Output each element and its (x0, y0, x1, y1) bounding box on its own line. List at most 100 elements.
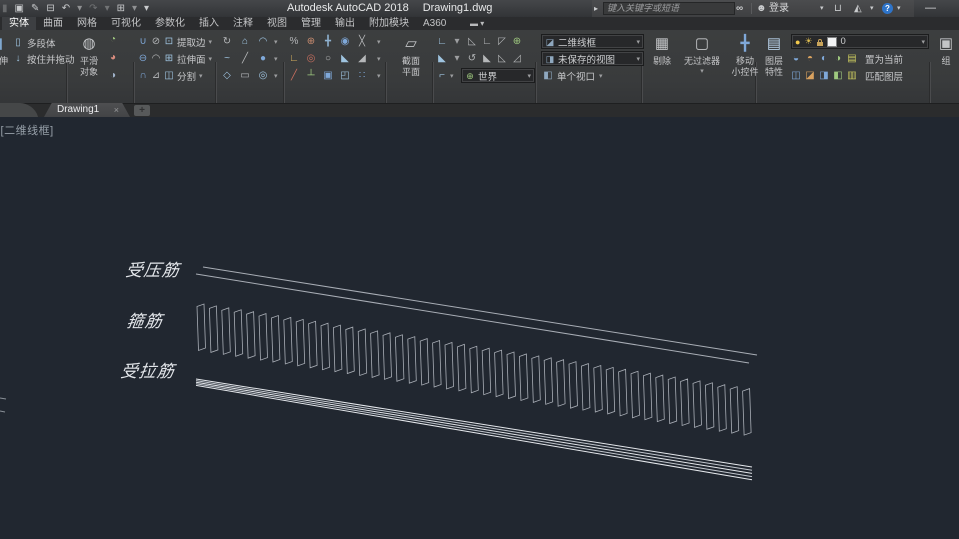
layer-tool-icon[interactable]: ▥ (847, 70, 857, 82)
make-current-button[interactable]: 置为当前 (865, 52, 903, 66)
ribbon-tab[interactable]: 实体 (2, 17, 36, 30)
viewport-config-button[interactable]: ◧ 单个视口 ▾ (543, 69, 603, 82)
sign-in-caret-icon[interactable]: ▾ (820, 0, 824, 17)
ucs-tool-icon[interactable]: ◿ (512, 53, 522, 65)
layer-sun-icon[interactable]: ☀ (804, 36, 812, 47)
modify-tool-icon[interactable]: ┴ (306, 70, 316, 82)
chevron-down-icon[interactable]: ▾ (199, 72, 203, 80)
close-icon[interactable]: × (114, 103, 119, 117)
chevron-down-icon[interactable]: ▾ (274, 38, 278, 46)
ucs-tool-icon[interactable]: ▾ (452, 53, 462, 65)
modify-tool-icon[interactable]: ◉ (340, 36, 350, 48)
qat-icon[interactable]: ⊟ (46, 1, 54, 16)
qat-icon[interactable]: ✎ (31, 1, 39, 16)
modify-tool-icon[interactable]: ╳ (357, 36, 367, 48)
search-input[interactable]: 键入关键字或短语 (603, 2, 735, 15)
solid-edit-icon[interactable]: ◫ (164, 70, 174, 82)
visual-style-dropdown[interactable]: ◪ 二维线框 ▾ (541, 34, 644, 49)
layer-properties-button[interactable]: ▤ 图层 特性 (759, 33, 789, 77)
ucs-tool-icon[interactable]: ↺ (467, 53, 477, 65)
solid-edit-icon[interactable]: ⊞ (164, 53, 174, 65)
qat-icon[interactable]: ▾ (144, 1, 149, 16)
ribbon-tab[interactable]: 曲面 (36, 17, 70, 30)
solid-edit-label[interactable]: 分割 (177, 69, 196, 83)
move-gizmo-button[interactable]: ╋ 移动 小控件 (727, 33, 763, 77)
chevron-down-icon[interactable]: ▾ (209, 38, 213, 46)
chevron-down-icon[interactable]: ▾ (450, 72, 454, 80)
boolean-icon[interactable]: ∩ (138, 70, 148, 82)
chevron-down-icon[interactable]: ▾ (377, 55, 381, 63)
a360-icon[interactable]: ◭ (854, 0, 862, 17)
ribbon-tab[interactable]: A360 (416, 17, 453, 30)
solid-tool-icon[interactable]: ⊿ (151, 70, 161, 82)
draw-tool-icon[interactable]: ● (258, 53, 268, 65)
sign-in-button[interactable]: 登录 (769, 0, 789, 17)
solid-tool-icon[interactable]: ⊘ (151, 36, 161, 48)
qat-icon[interactable]: ▾ (132, 1, 137, 16)
new-tab-button[interactable]: + (134, 105, 150, 116)
layer-tool-icon[interactable]: ▤ (847, 53, 857, 65)
mesh-tool-icon[interactable]: ◔ (108, 34, 118, 46)
draw-tool-icon[interactable]: ╱ (240, 53, 250, 65)
culling-button[interactable]: ▦ 剔除 (646, 33, 678, 66)
ribbon-tab[interactable]: 附加模块 (362, 17, 416, 30)
draw-tool-icon[interactable]: ◠ (258, 36, 268, 48)
layer-color-swatch[interactable] (827, 37, 837, 47)
cad-text-tension-bar[interactable]: 受拉筋 (119, 357, 177, 382)
layer-tool-icon[interactable]: ◫ (791, 70, 801, 82)
modify-tool-icon[interactable]: ╋ (323, 36, 333, 48)
ucs-view-icon[interactable]: ⌐ (437, 70, 447, 82)
ucs-tool-icon[interactable]: ∟ (437, 36, 447, 48)
qat-icon[interactable]: ⊞ (117, 1, 125, 16)
layer-lock-icon[interactable] (817, 42, 823, 46)
qat-icon[interactable]: ▾ (105, 1, 110, 16)
solid-edit-label[interactable]: 拉伸面 (177, 52, 206, 66)
ribbon-display-options-icon[interactable]: ▬ ▾ (464, 17, 484, 30)
modify-tool-icon[interactable]: ◣ (340, 53, 350, 65)
smooth-object-button[interactable]: ◍ 平滑 对象 (71, 33, 107, 77)
ribbon-tab[interactable]: 网格 (70, 17, 104, 30)
draw-tool-icon[interactable]: ◎ (258, 70, 268, 82)
ucs-tool-icon[interactable]: ⊕ (512, 36, 522, 48)
ribbon-tab[interactable]: 插入 (192, 17, 226, 30)
modify-tool-icon[interactable]: ▣ (323, 70, 333, 82)
modify-tool-icon[interactable]: ◎ (306, 53, 316, 65)
ribbon-tab[interactable]: 输出 (328, 17, 362, 30)
app-store-cart-icon[interactable]: ⊔ (834, 0, 842, 17)
mesh-tool-icon[interactable]: ◕ (108, 52, 118, 64)
draw-tool-icon[interactable]: ~ (222, 53, 232, 65)
ucs-tool-icon[interactable]: ◺ (497, 53, 507, 65)
layer-tool-icon[interactable]: ◨ (819, 70, 829, 82)
ucs-world-dropdown[interactable]: ⊕ 世界 ▾ (461, 68, 535, 83)
chevron-down-icon[interactable]: ▾ (274, 55, 278, 63)
modify-tool-icon[interactable]: ◰ (340, 70, 350, 82)
layer-tool-icon[interactable]: ◧ (833, 70, 843, 82)
ucs-tool-icon[interactable]: ◣ (482, 53, 492, 65)
modify-tool-icon[interactable]: ⊕ (306, 36, 316, 48)
qat-icon[interactable]: ↶ (62, 1, 70, 16)
minimize-button[interactable]: — (925, 2, 936, 14)
chevron-down-icon[interactable]: ▾ (209, 55, 213, 63)
search-binoculars-icon[interactable]: ∞ (736, 0, 743, 17)
collapse-arrow-icon[interactable]: ▸ (594, 0, 598, 17)
cad-text-compression-bar[interactable]: 受压筋 (124, 256, 182, 281)
a360-caret-icon[interactable]: ▾ (870, 0, 874, 17)
section-plane-button[interactable]: ▱ 截面 平面 (392, 33, 430, 77)
user-icon[interactable]: ☻ (756, 0, 767, 17)
layer-tool-icon[interactable]: ◒ (791, 53, 801, 65)
chevron-down-icon[interactable]: ▾ (274, 72, 278, 80)
mesh-tool-icon[interactable]: ◑ (108, 70, 118, 82)
ucs-tool-icon[interactable]: ◣ (437, 53, 447, 65)
modify-tool-icon[interactable]: % (289, 36, 299, 48)
draw-tool-icon[interactable]: ↻ (222, 36, 232, 48)
file-tab-drawing1[interactable]: Drawing1 × (44, 103, 130, 117)
ucs-tool-icon[interactable]: ◺ (467, 36, 477, 48)
named-view-dropdown[interactable]: ◨ 未保存的视图 ▾ (541, 51, 644, 66)
layer-tool-icon[interactable]: ◐ (819, 53, 829, 65)
qat-icon[interactable]: ↷ (89, 1, 97, 16)
layer-bulb-icon[interactable]: ● (795, 37, 800, 47)
layer-tool-icon[interactable]: ◑ (833, 53, 843, 65)
solid-edit-icon[interactable]: ⊡ (164, 36, 174, 48)
ucs-tool-icon[interactable]: ∟ (482, 36, 492, 48)
polysolid-button[interactable]: ▯ 多段体 (13, 36, 56, 49)
